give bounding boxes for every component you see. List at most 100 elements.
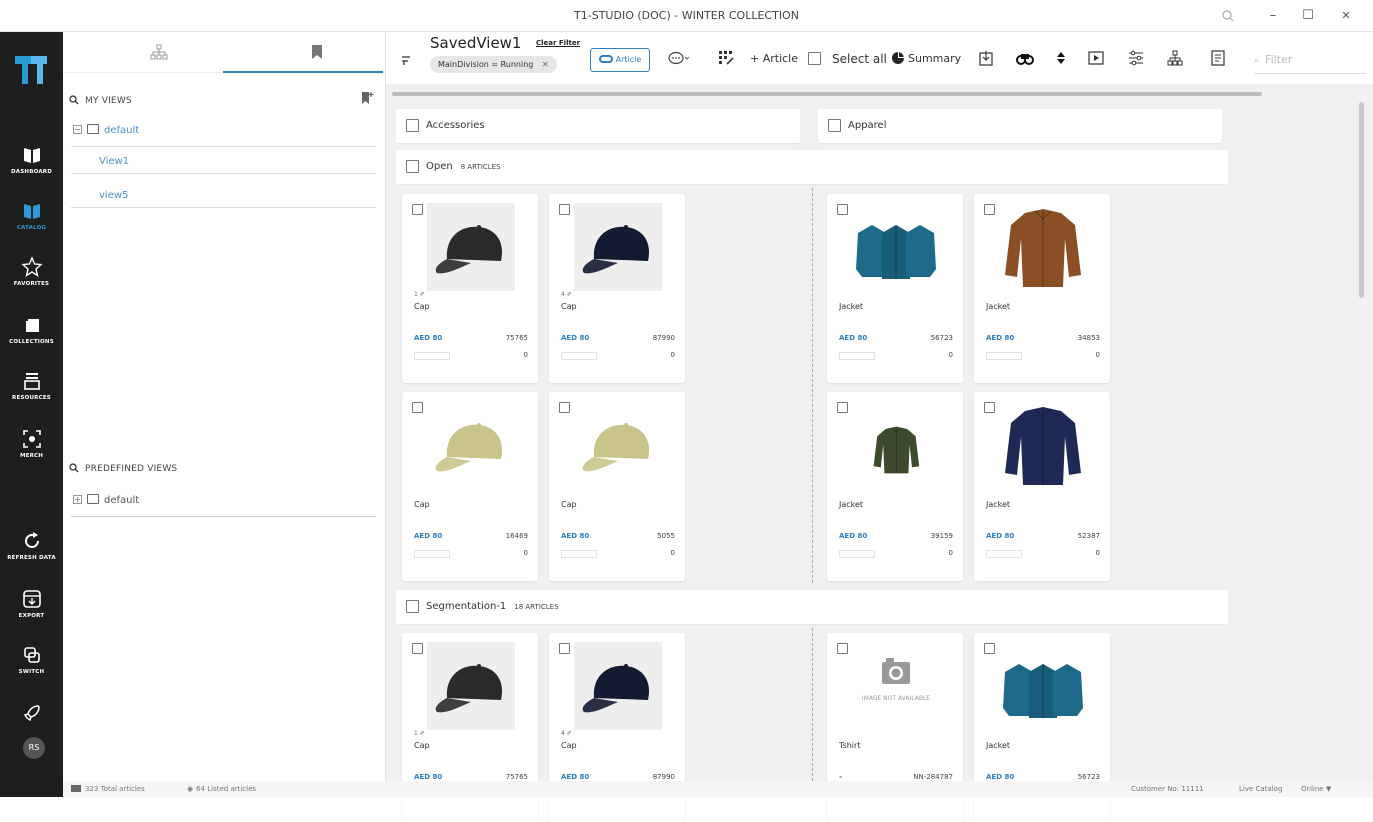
article-version: 4 ✐ bbox=[561, 730, 572, 737]
nav-catalog[interactable]: CATALOG bbox=[0, 200, 63, 231]
nav-switch[interactable]: SWITCH bbox=[0, 644, 63, 675]
article-quantity: 0 bbox=[670, 549, 675, 557]
zoom-icon[interactable] bbox=[1220, 8, 1236, 24]
rating-boxes bbox=[986, 550, 1022, 558]
avatar[interactable]: RS bbox=[23, 737, 45, 759]
nav-label: MERCH bbox=[19, 453, 44, 459]
search-icon[interactable] bbox=[69, 463, 79, 473]
grid-icon[interactable] bbox=[718, 50, 734, 66]
group-header-segmentation[interactable]: Segmentation-1 18 ARTICLES bbox=[396, 590, 1228, 624]
article-checkbox[interactable] bbox=[559, 643, 570, 654]
group-checkbox[interactable] bbox=[406, 600, 419, 613]
nav-favorites[interactable]: FAVORITES bbox=[0, 256, 63, 287]
article-name: Jacket bbox=[986, 741, 1011, 750]
settings-sliders-icon[interactable] bbox=[1128, 50, 1144, 66]
article-checkbox[interactable] bbox=[984, 402, 995, 413]
nav-label: EXPORT bbox=[18, 613, 45, 619]
my-views-label: MY VIEWS bbox=[85, 96, 132, 106]
article-code: 52387 bbox=[1077, 532, 1100, 540]
view-item[interactable]: view5 bbox=[71, 184, 376, 208]
report-icon[interactable] bbox=[1210, 50, 1226, 66]
nav-collections[interactable]: COLLECTIONS bbox=[0, 314, 63, 345]
product-image bbox=[999, 642, 1087, 730]
article-card[interactable]: Cap AED 80 16469 0 bbox=[402, 392, 538, 581]
export-icon bbox=[22, 590, 41, 608]
article-card[interactable]: Jacket AED 80 52387 0 bbox=[974, 392, 1110, 581]
article-toggle-button[interactable]: Article bbox=[590, 48, 650, 72]
article-card[interactable]: Cap AED 80 5055 0 bbox=[549, 392, 685, 581]
binoculars-icon[interactable] bbox=[1016, 50, 1034, 66]
article-checkbox[interactable] bbox=[984, 204, 995, 215]
category-header-apparel[interactable]: Apparel bbox=[818, 109, 1222, 143]
nav-resources[interactable]: RESOURCES bbox=[0, 370, 63, 401]
tree-root-label: default bbox=[104, 495, 140, 506]
article-checkbox[interactable] bbox=[559, 402, 570, 413]
hierarchy-icon[interactable] bbox=[149, 42, 169, 62]
article-name: Jacket bbox=[986, 500, 1011, 509]
collapse-icon[interactable] bbox=[73, 125, 82, 134]
group-header-open[interactable]: Open 8 ARTICLES bbox=[396, 150, 1228, 184]
sort-arrows-icon[interactable] bbox=[1056, 50, 1066, 66]
nav-launch[interactable] bbox=[0, 702, 63, 724]
summary-button[interactable]: Summary bbox=[908, 52, 961, 65]
select-all-label[interactable]: Select all bbox=[832, 52, 887, 66]
article-checkbox[interactable] bbox=[984, 643, 995, 654]
horizontal-scrollbar[interactable] bbox=[392, 92, 1262, 96]
sort-icon[interactable] bbox=[400, 54, 412, 68]
category-header-accessories[interactable]: Accessories bbox=[396, 109, 800, 143]
article-checkbox[interactable] bbox=[412, 204, 423, 215]
article-card[interactable]: 1 ✐ Cap AED 80 75765 0 bbox=[402, 194, 538, 383]
close-button[interactable]: ✕ bbox=[1333, 6, 1359, 26]
my-views-header: MY VIEWS bbox=[69, 95, 132, 106]
group-checkbox[interactable] bbox=[406, 160, 419, 173]
maximize-button[interactable]: ☐ bbox=[1295, 6, 1321, 26]
pie-chart-icon[interactable] bbox=[891, 51, 905, 65]
comment-icon[interactable] bbox=[668, 50, 690, 66]
category-checkbox[interactable] bbox=[406, 119, 419, 132]
wifi-icon: ▼ bbox=[1325, 785, 1332, 793]
expand-icon[interactable] bbox=[73, 495, 82, 504]
article-card[interactable]: 4 ✐ Cap AED 80 87990 0 bbox=[549, 194, 685, 383]
article-code: 87990 bbox=[652, 773, 675, 781]
article-quantity: 0 bbox=[948, 351, 953, 359]
article-card[interactable]: Jacket AED 80 56723 0 bbox=[827, 194, 963, 383]
search-icon[interactable] bbox=[69, 95, 79, 105]
vertical-scrollbar[interactable] bbox=[1359, 102, 1364, 298]
play-icon[interactable] bbox=[1088, 50, 1104, 66]
hierarchy-icon[interactable] bbox=[1167, 50, 1183, 66]
connection-status: Online ▼ bbox=[1301, 781, 1331, 797]
article-checkbox[interactable] bbox=[837, 204, 848, 215]
bookmark-icon[interactable] bbox=[307, 42, 327, 62]
article-card[interactable]: Jacket AED 80 34853 0 bbox=[974, 194, 1110, 383]
add-article-button[interactable]: + Article bbox=[750, 52, 798, 65]
clear-filter-link[interactable]: Clear Filter bbox=[536, 39, 580, 47]
view-item[interactable]: View1 bbox=[71, 150, 376, 174]
category-checkbox[interactable] bbox=[828, 119, 841, 132]
article-card[interactable]: Jacket AED 80 39159 0 bbox=[827, 392, 963, 581]
nav-refresh-data[interactable]: REFRESH DATA bbox=[0, 530, 63, 561]
predefined-root[interactable]: default bbox=[73, 494, 139, 506]
article-checkbox[interactable] bbox=[412, 643, 423, 654]
my-views-root[interactable]: default bbox=[73, 124, 139, 136]
filter-chip[interactable]: MainDivision = Running ✕ bbox=[430, 56, 557, 73]
article-checkbox[interactable] bbox=[412, 402, 423, 413]
add-bookmark-icon[interactable] bbox=[359, 90, 375, 106]
nav-export[interactable]: EXPORT bbox=[0, 588, 63, 619]
binoculars-icon bbox=[598, 55, 613, 63]
article-price: AED 80 bbox=[986, 773, 1015, 781]
article-checkbox[interactable] bbox=[837, 402, 848, 413]
tree-root-label: default bbox=[104, 125, 140, 136]
select-all-checkbox[interactable] bbox=[808, 52, 821, 65]
minimize-button[interactable]: – bbox=[1260, 6, 1286, 26]
filter-input[interactable]: ⌕ Filter bbox=[1254, 46, 1366, 74]
nav-dashboard[interactable]: DASHBOARD bbox=[0, 144, 63, 175]
article-checkbox[interactable] bbox=[559, 204, 570, 215]
group-label: Segmentation-1 bbox=[426, 601, 507, 612]
predefined-views-label: PREDEFINED VIEWS bbox=[85, 464, 178, 474]
chip-close-icon[interactable]: ✕ bbox=[542, 60, 549, 69]
article-checkbox[interactable] bbox=[837, 643, 848, 654]
nav-merch[interactable]: MERCH bbox=[0, 428, 63, 459]
no-image-text: IMAGE NOT AVAILABLE bbox=[861, 695, 931, 702]
article-quantity: 0 bbox=[1095, 351, 1100, 359]
import-icon[interactable] bbox=[978, 50, 994, 66]
